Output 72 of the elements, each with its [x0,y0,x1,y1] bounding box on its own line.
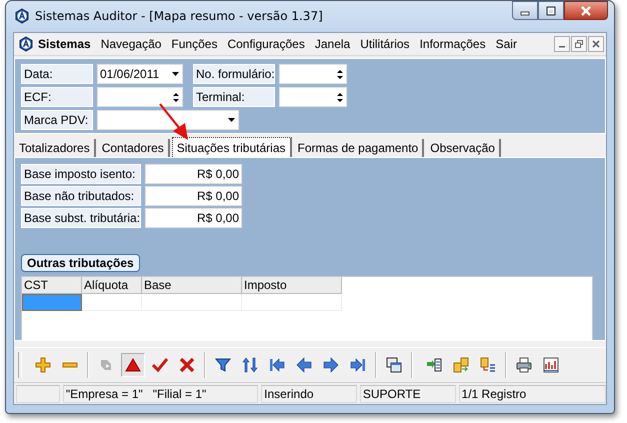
spin-field[interactable] [279,64,347,84]
app-logo-icon [14,8,30,24]
close-icon [580,6,592,16]
section-title: Outras tributações [21,254,140,272]
column-header[interactable]: Alíquota [82,277,142,294]
status-text: "Empresa = 1" "Filial = 1" [62,385,258,403]
dropdown-field[interactable]: 01/06/2011 [97,64,183,84]
status-text: Inserindo [261,385,357,403]
dropdown-arrow-icon[interactable] [171,70,180,78]
status-panel [16,385,60,403]
status-text: SUPORTE [360,385,456,403]
cross-icon [179,357,195,373]
minimize-button[interactable] [554,36,570,52]
spinner-icon[interactable] [172,92,180,102]
amount-field[interactable]: R$ 0,00 [145,208,242,228]
maximize-button[interactable] [538,1,564,20]
menu-item[interactable]: Navegação [96,37,166,51]
spinner-icon[interactable] [336,68,344,80]
restore-icon [575,40,583,48]
menu-item[interactable]: Sistemas [38,37,96,51]
menu-item[interactable]: Configurações [222,37,310,51]
printer-icon [516,357,532,373]
close-button[interactable] [564,1,608,20]
plus-icon [35,357,51,373]
field-label: Base não tributados: [21,186,141,206]
skip-left-icon [269,357,285,373]
list-import-icon [426,357,442,373]
column-header[interactable]: CST [22,277,82,294]
sort-icon [242,357,258,373]
close-button[interactable] [588,36,604,52]
column-header[interactable]: Base [142,277,242,294]
amount-field[interactable]: R$ 0,00 [145,186,242,206]
spin-field[interactable] [97,87,183,107]
close-icon [592,40,600,48]
refresh-icon [98,357,114,373]
field-label: Marca PDV: [21,110,93,130]
field-label: Base imposto isento: [21,164,141,184]
chart-icon [543,357,559,373]
toolbar-button[interactable] [121,353,145,377]
menu-item[interactable]: Funções [166,37,222,51]
column-header[interactable]: Imposto [242,277,342,294]
maximize-icon [546,6,556,16]
spinner-icon[interactable] [336,92,344,102]
database-list-icon [480,357,496,373]
field-label: Data: [21,64,93,84]
app-logo-icon [18,36,34,52]
amount-field[interactable]: R$ 0,00 [145,164,242,184]
menu-item[interactable]: Janela [310,37,356,51]
skip-right-icon [350,357,366,373]
spin-field[interactable] [279,87,347,107]
check-icon [152,357,168,373]
menu-item[interactable]: Sair [490,37,522,51]
window-title: Sistemas Auditor - [Mapa resumo - versão 1.37] [35,9,323,23]
filter-icon [215,357,231,373]
restore-button[interactable] [571,36,587,52]
arrow-right-icon [323,357,339,373]
minimize-button[interactable] [512,1,538,20]
field-label: Base subst. tributária: [21,208,141,228]
arrow-left-icon [296,357,312,373]
tab[interactable]: Situações tributárias [172,137,292,157]
window-stack-icon [386,357,402,373]
dropdown-field[interactable] [97,110,239,130]
field-label: No. formulário: [193,64,275,84]
table-cell[interactable] [22,294,82,311]
menu-item[interactable]: Utilitários [355,37,415,51]
menu-item[interactable]: Informações [414,37,491,51]
field-label: ECF: [21,87,93,107]
dropdown-arrow-icon[interactable] [227,116,236,124]
database-icon [453,357,469,373]
triangle-icon [125,357,141,373]
field-label: Terminal: [193,87,275,107]
status-text: 1/1 Registro [458,385,606,403]
